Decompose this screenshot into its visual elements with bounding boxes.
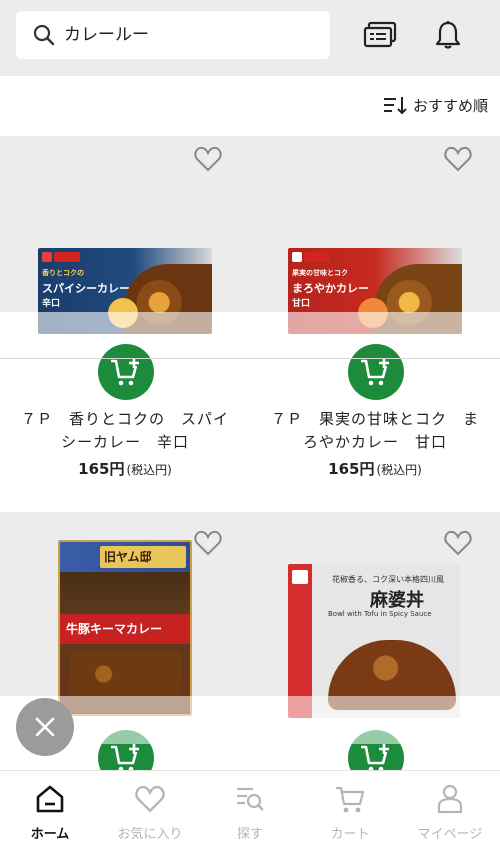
nav-label: 探す	[236, 827, 263, 842]
product-price: 165円 (税込円)	[78, 460, 172, 478]
receipt-icon	[363, 21, 397, 48]
search-list-icon	[237, 787, 264, 811]
search-input[interactable]: カレールー	[16, 11, 330, 59]
heart-icon	[135, 786, 165, 813]
sort-button[interactable]: おすすめ順	[383, 90, 488, 120]
add-cart-icon	[361, 744, 389, 772]
sort-bar: おすすめ順	[0, 76, 500, 134]
nav-label: カート	[330, 827, 370, 842]
nav-label: マイページ	[417, 827, 483, 842]
sort-label: おすすめ順	[412, 96, 488, 115]
close-icon	[35, 717, 55, 737]
bottom-nav: ホーム お気に入り 探す カート マイページ	[0, 770, 500, 857]
cart-icon	[336, 786, 365, 813]
nav-favorites[interactable]: お気に入り	[100, 771, 200, 857]
nav-label: ホーム	[30, 827, 70, 842]
heart-icon[interactable]	[194, 530, 222, 556]
notification-button[interactable]	[428, 16, 468, 54]
heart-icon[interactable]	[194, 146, 222, 172]
heart-icon[interactable]	[444, 530, 472, 556]
nav-search[interactable]: 探す	[200, 771, 300, 857]
nav-home[interactable]: ホーム	[0, 771, 100, 857]
product-card[interactable]: 香りとコクの スパイシーカレー 辛口 ７Ｐ 香りとコクの スパイシーカレー 辛口…	[0, 136, 500, 512]
add-to-cart-button[interactable]	[98, 344, 154, 400]
heart-icon[interactable]	[444, 146, 472, 172]
product-card[interactable]: 果実の甘味とコク まろやかカレー 甘口 ７Ｐ 果実の甘味とコク まろやかカレー …	[250, 136, 500, 512]
home-icon	[36, 785, 64, 813]
nav-mypage[interactable]: マイページ	[400, 771, 500, 857]
bell-icon	[435, 21, 461, 49]
sort-icon	[383, 97, 407, 115]
product-name: ７Ｐ 果実の甘味とコク まろやかカレー 甘口	[270, 410, 479, 451]
search-value: カレールー	[64, 25, 149, 45]
add-cart-icon	[361, 358, 389, 386]
product-image: 旧ヤム邸 牛豚キーマカレー	[58, 540, 192, 716]
product-name: ７Ｐ 香りとコクの スパイシーカレー 辛口	[20, 410, 229, 451]
nav-label: お気に入り	[117, 827, 183, 842]
search-icon	[33, 24, 55, 46]
add-to-cart-button[interactable]	[348, 344, 404, 400]
add-cart-icon	[111, 744, 139, 772]
divider	[0, 358, 500, 359]
add-cart-icon	[111, 358, 139, 386]
receipt-button[interactable]	[360, 16, 400, 54]
app-header: カレールー	[0, 0, 500, 76]
person-icon	[437, 784, 463, 814]
nav-cart[interactable]: カート	[300, 771, 400, 857]
product-image: 花椒香る、コク深い本格四川風 麻婆丼 Bowl with Tofu in Spi…	[288, 564, 460, 718]
row-separator	[0, 512, 500, 520]
product-price: 165円 (税込円)	[328, 460, 422, 478]
close-button[interactable]	[16, 698, 74, 756]
